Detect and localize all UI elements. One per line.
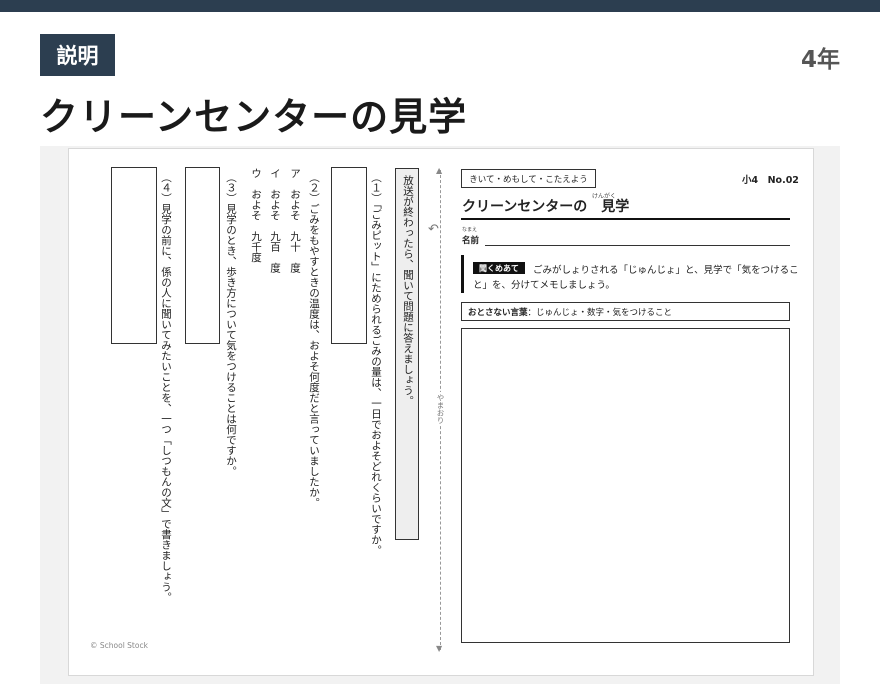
memo-area[interactable] bbox=[461, 328, 790, 643]
key-words-box: おとさない言葉 ：じゅんじょ・数字・気をつけること bbox=[461, 302, 790, 321]
grade-label: 4年 bbox=[800, 47, 840, 73]
question-2-option-a: ア およそ 九十 度 bbox=[289, 168, 301, 273]
name-ruby: なまえ bbox=[462, 227, 478, 233]
title-rule bbox=[461, 218, 790, 220]
question-3: （３）見学のとき、歩き方について気をつけることは何ですか。 bbox=[225, 172, 237, 477]
aim-text-line-1: ごみがしょりされる「じゅんじょ」と、見学で「気をつけるこ bbox=[533, 265, 799, 276]
fold-label: やまおり bbox=[435, 392, 446, 426]
question-2-option-c: ウ およそ 九千度 bbox=[250, 168, 262, 263]
listen-label-box: きいて・めもして・こたえよう bbox=[461, 169, 596, 188]
sheet-number: 小4 No.02 bbox=[742, 175, 799, 186]
answer-box-3[interactable] bbox=[185, 167, 220, 344]
fold-arrow-down-icon: ▼ bbox=[436, 644, 443, 653]
key-words-label: おとさない言葉 bbox=[468, 307, 528, 318]
key-words-text: ：じゅんじょ・数字・気をつけること bbox=[527, 307, 673, 318]
sheet-title: クリーンセンターの 見学 bbox=[462, 199, 630, 215]
copyright-text: © School Stock bbox=[90, 641, 148, 650]
name-label: 名前 bbox=[462, 236, 480, 246]
question-2-option-b: イ およそ 九百 度 bbox=[269, 168, 281, 273]
question-2: （２）ごみをもやすときの温度は、およそ何度だと言っていましたか。 bbox=[308, 172, 320, 508]
aim-text-line-2: と」を、分けてメモしましょう。 bbox=[473, 280, 615, 291]
name-field[interactable] bbox=[485, 245, 790, 246]
fold-arrow-up-icon: ▲ bbox=[436, 166, 443, 175]
answer-box-1[interactable] bbox=[331, 167, 367, 344]
page-title: クリーンセンターの見学 bbox=[40, 95, 468, 139]
answer-box-4[interactable] bbox=[111, 167, 157, 344]
category-badge: 説明 bbox=[40, 34, 115, 76]
instruction-text: 放送が終わったら、聞いて問題に答えましょう。 bbox=[402, 175, 414, 406]
question-1: （１）「ごみピット」にためられるごみの量は、一日でおよそどれくらいですか。 bbox=[370, 172, 382, 556]
aim-tag: 聞くめあて bbox=[473, 262, 525, 274]
question-4: （４）見学の前に、係の人に聞いてみたいことを、一つ「しつもんの文」で書きましょう… bbox=[160, 172, 172, 603]
fold-icon: ↶ bbox=[428, 222, 439, 237]
top-bar bbox=[0, 0, 880, 12]
instruction-box: 放送が終わったら、聞いて問題に答えましょう。 bbox=[395, 168, 419, 540]
